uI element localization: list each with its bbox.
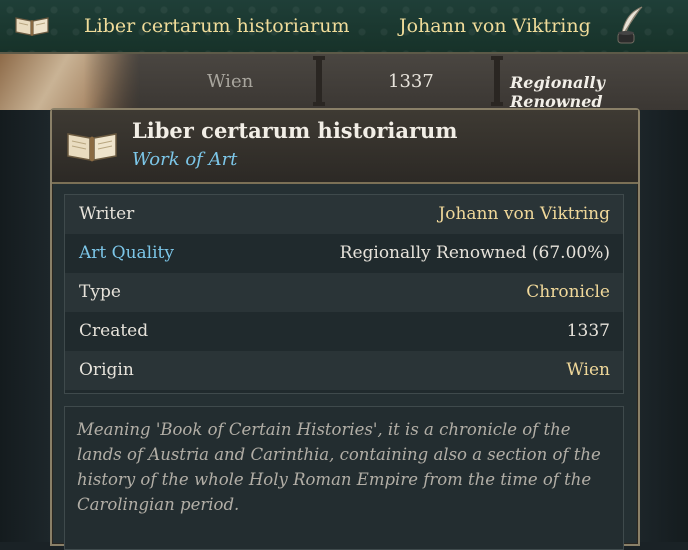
tooltip-subtitle: Work of Art (132, 149, 238, 170)
sub-bar-year: 1337 (388, 71, 434, 92)
row-value[interactable]: Chronicle (526, 282, 610, 302)
divider-pillar (313, 56, 325, 106)
table-row: Type Chronicle (65, 273, 623, 312)
row-label: Origin (79, 360, 134, 380)
sub-bar-city: Wien (207, 71, 254, 92)
row-label: Created (79, 321, 149, 341)
row-label: Type (79, 282, 121, 302)
quill-icon (612, 5, 648, 51)
row-label[interactable]: Art Quality (79, 243, 174, 263)
book-icon (14, 12, 50, 42)
row-value: 1337 (566, 321, 610, 341)
artifact-info-table: Writer Johann von Viktring Art Quality R… (64, 194, 624, 394)
row-value[interactable]: Wien (566, 360, 610, 380)
background-right (636, 110, 688, 542)
artifact-description: Meaning 'Book of Certain Histories', it … (64, 406, 624, 550)
artifact-top-bar[interactable]: Liber certarum historiarum Johann von Vi… (0, 0, 688, 54)
divider-pillar (491, 56, 503, 106)
row-value[interactable]: Johann von Viktring (438, 204, 610, 224)
top-bar-author: Johann von Viktring (399, 15, 591, 37)
artifact-tooltip-panel: Liber certarum historiarum Work of Art W… (50, 108, 640, 550)
artifact-thumbnail (0, 54, 140, 110)
table-row: Art Quality Regionally Renowned (67.00%) (65, 234, 623, 273)
table-row: Writer Johann von Viktring (65, 195, 623, 234)
row-label: Writer (79, 204, 135, 224)
row-value: Regionally Renowned (67.00%) (339, 243, 610, 263)
tooltip-title: Liber certarum historiarum (132, 118, 458, 143)
sub-bar-renown: Regionally Renowned (510, 73, 605, 111)
background-left (0, 110, 50, 542)
table-row: Created 1337 (65, 312, 623, 351)
tooltip-header: Liber certarum historiarum Work of Art (52, 110, 638, 184)
book-icon (66, 126, 118, 168)
table-row: Origin Wien (65, 351, 623, 390)
top-bar-title: Liber certarum historiarum (84, 15, 350, 37)
